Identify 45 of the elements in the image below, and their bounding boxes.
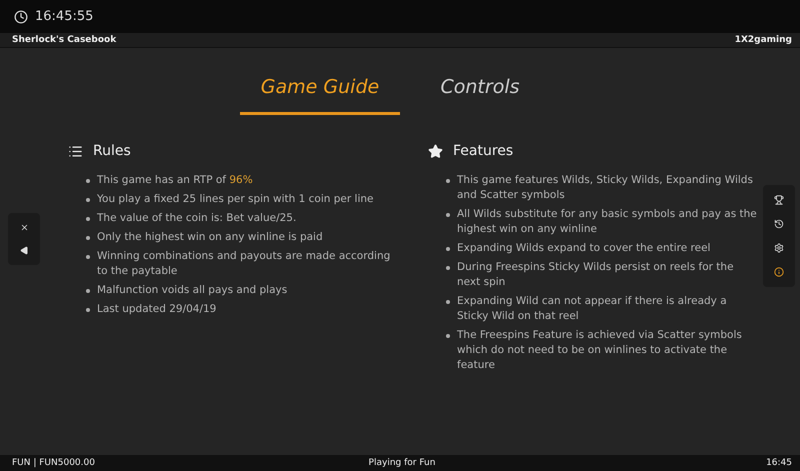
- rule-text: Last updated 29/04/19: [97, 302, 216, 317]
- bullet-icon: [86, 308, 90, 312]
- bullet-icon: [446, 213, 450, 217]
- rule-text: Expanding Wilds expand to cover the entire reel: [457, 241, 710, 256]
- rule-text: All Wilds substitute for any basic symbols and pay as the highest win on any winline: [457, 207, 758, 237]
- rule-text: The value of the coin is: Bet value/25.: [97, 211, 296, 226]
- rule-text: Expanding Wild can not appear if there is already a Sticky Wild on that reel: [457, 294, 728, 324]
- bullet-icon: [86, 198, 90, 202]
- list-icon: [68, 144, 83, 158]
- bullet-icon: [86, 289, 90, 293]
- footer-time: 16:45: [766, 458, 792, 468]
- section-heading: Features: [453, 143, 514, 159]
- bullet-icon: [446, 179, 450, 183]
- bullet-icon: [446, 266, 450, 270]
- info-button[interactable]: [774, 267, 784, 277]
- section-heading: Rules: [93, 143, 131, 159]
- close-button[interactable]: [20, 223, 28, 232]
- star-icon: [428, 144, 443, 158]
- rule-text: This game has an RTP of 96%: [97, 173, 253, 188]
- bullet-icon: [86, 217, 90, 221]
- rule-text: The Freespins Feature is achieved via Scatter symbols which do not need to be on winlines to activate the feature: [457, 328, 743, 373]
- tab[interactable]: Controls: [400, 76, 560, 115]
- bullet-icon: [446, 300, 450, 304]
- rule-text: This game features Wilds, Sticky Wilds, Expanding Wilds and Scatter symbols: [457, 173, 754, 203]
- clock-icon: [14, 10, 28, 24]
- game-title: Sherlock's Casebook: [12, 35, 116, 45]
- bullet-icon: [446, 247, 450, 251]
- mode-text: Playing for Fun: [368, 458, 436, 468]
- clock-time: 16:45:55: [35, 9, 94, 24]
- rule-text: Only the highest win on any winline is paid: [97, 230, 323, 245]
- rule-text: Winning combinations and payouts are made according to the paytable: [97, 249, 392, 279]
- bullet-icon: [86, 179, 90, 183]
- back-button[interactable]: [20, 246, 28, 255]
- history-button[interactable]: [774, 219, 784, 229]
- settings-button[interactable]: [774, 243, 784, 253]
- rule-text: You play a fixed 25 lines per spin with 1 coin per line: [97, 192, 374, 207]
- brand-name: 1X2gaming: [734, 35, 792, 45]
- rule-text: During Freespins Sticky Wilds persist on reels for the next spin: [457, 260, 735, 290]
- balance-text: FUN | FUN5000.00: [12, 458, 96, 468]
- trophy-button[interactable]: [774, 195, 784, 205]
- tab[interactable]: Game Guide: [240, 76, 400, 115]
- rule-text: Malfunction voids all pays and plays: [97, 283, 288, 298]
- bullet-icon: [86, 255, 90, 259]
- bullet-icon: [446, 334, 450, 338]
- bullet-icon: [86, 236, 90, 240]
